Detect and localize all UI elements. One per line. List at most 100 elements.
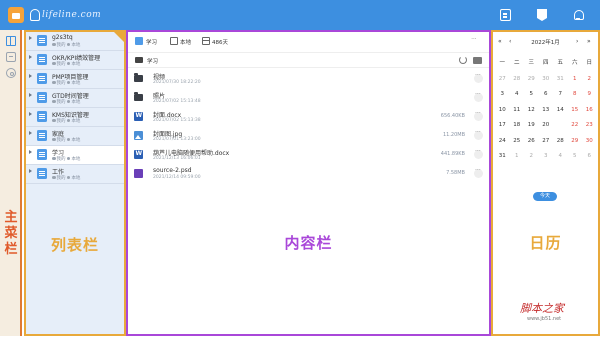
calendar-day[interactable]: 2: [582, 72, 597, 87]
expand-arrow-icon[interactable]: [29, 131, 32, 135]
calendar-day[interactable]: 18: [510, 118, 525, 133]
expand-arrow-icon[interactable]: [29, 150, 32, 154]
file-row[interactable]: 封面图.jpg 2021/07/01 13:23:00 11.20MB: [128, 127, 489, 145]
inbox-menu-icon[interactable]: [6, 52, 16, 62]
more-menu-icon[interactable]: ···: [471, 35, 477, 43]
calendar-day[interactable]: 9: [582, 87, 597, 102]
calendar-day[interactable]: 1: [568, 72, 583, 87]
notebook-icon: [37, 54, 47, 65]
calendar-day[interactable]: 2: [524, 149, 539, 164]
image-file-icon: [134, 131, 143, 140]
expand-arrow-icon[interactable]: [29, 112, 32, 116]
calendar-day[interactable]: 23: [582, 118, 597, 133]
file-row[interactable]: 视频 2021/07/30 18:22:20: [128, 70, 489, 88]
calendar-day[interactable]: 27: [539, 134, 554, 149]
calendar-day[interactable]: 29: [524, 72, 539, 87]
user-icon: [52, 175, 56, 180]
calendar-day[interactable]: 16: [582, 103, 597, 118]
breadcrumb-scope[interactable]: 本地: [180, 38, 191, 46]
expand-arrow-icon[interactable]: [29, 169, 32, 173]
user-icon: [52, 99, 56, 104]
calendar-day[interactable]: 24: [495, 134, 510, 149]
bell-icon[interactable]: [572, 9, 584, 20]
calendar-day[interactable]: 28: [553, 134, 568, 149]
file-row[interactable]: 葫芦儿电脑随便用帮助.docx2021/12/13 16:06:01441.89…: [128, 146, 489, 164]
calendar-day[interactable]: 4: [553, 149, 568, 164]
list-item[interactable]: PMP项目管理 我的 本地: [26, 70, 124, 89]
local-icon: [66, 137, 71, 142]
local-icon: [66, 99, 71, 104]
calendar-day[interactable]: 26: [524, 134, 539, 149]
calendar-day[interactable]: 1: [510, 149, 525, 164]
calendar-day[interactable]: 10: [495, 103, 510, 118]
settings-menu-icon[interactable]: [6, 68, 16, 78]
notebook-icon: [135, 37, 143, 45]
file-row[interactable]: 封面.docx2021/07/02 15:13:38656.40KB: [128, 108, 489, 126]
file-row[interactable]: source-2.psd 2021/12/14 09:59:00 7.58MB: [128, 165, 489, 183]
calendar-day[interactable]: 20: [539, 118, 554, 133]
calendar-day[interactable]: 8: [568, 87, 583, 102]
list-item[interactable]: GTD时间管理 我的 本地: [26, 89, 124, 108]
next-year-button[interactable]: »: [587, 38, 591, 45]
calendar-day[interactable]: 11: [510, 103, 525, 118]
new-folder-icon[interactable]: [473, 57, 482, 64]
file-more-icon[interactable]: [474, 91, 483, 102]
expand-arrow-icon[interactable]: [29, 74, 32, 78]
calendar-day[interactable]: 4: [510, 87, 525, 102]
expand-arrow-icon[interactable]: [29, 55, 32, 59]
calendar-day[interactable]: 19: [524, 118, 539, 133]
list-item[interactable]: 工作 我的 本地: [26, 165, 124, 184]
calendar-day[interactable]: 5: [524, 87, 539, 102]
calendar-day[interactable]: 14: [553, 103, 568, 118]
expand-arrow-icon[interactable]: [29, 93, 32, 97]
today-button[interactable]: 今天: [533, 192, 557, 201]
watermark-url: www.jb51.net: [527, 316, 562, 322]
list-item-scope: 本地: [71, 119, 81, 124]
list-item-owner: 我的: [56, 176, 66, 181]
breadcrumb-name[interactable]: 学习: [146, 38, 157, 46]
list-item-owner: 我的: [56, 138, 66, 143]
calendar-day[interactable]: 3: [495, 87, 510, 102]
files-menu-icon[interactable]: [6, 36, 16, 46]
calendar-day[interactable]: 30: [582, 134, 597, 149]
app-logo[interactable]: [8, 7, 24, 23]
next-month-button[interactable]: ›: [576, 38, 578, 45]
calendar-day[interactable]: 6: [582, 149, 597, 164]
calendar-day[interactable]: 7: [553, 87, 568, 102]
bookmark-icon[interactable]: [537, 9, 547, 21]
calendar-day[interactable]: 25: [510, 134, 525, 149]
list-item[interactable]: OKR/KPI绩效管理 我的 本地: [26, 51, 124, 70]
calendar-day[interactable]: 17: [495, 118, 510, 133]
calendar-day[interactable]: 3: [539, 149, 554, 164]
calendar-day[interactable]: 5: [568, 149, 583, 164]
list-item[interactable]: g2s3tq 我的 本地: [26, 32, 124, 51]
expand-arrow-icon[interactable]: [29, 36, 32, 40]
refresh-icon[interactable]: [459, 56, 467, 64]
calendar-day[interactable]: 31: [495, 149, 510, 164]
file-row[interactable]: 照片 2021/07/02 15:13:48: [128, 89, 489, 107]
calendar-day[interactable]: 29: [568, 134, 583, 149]
calendar-day[interactable]: 6: [539, 87, 554, 102]
notes-icon[interactable]: [500, 9, 511, 21]
calendar-day[interactable]: 28: [510, 72, 525, 87]
calendar-day[interactable]: 15: [568, 103, 583, 118]
calendar-day[interactable]: 31: [553, 72, 568, 87]
calendar-day[interactable]: 12: [524, 103, 539, 118]
list-item[interactable]: 家庭 我的 本地: [26, 127, 124, 146]
file-size: 7.58MB: [446, 170, 465, 176]
calendar-day[interactable]: 27: [495, 72, 510, 87]
calendar-day[interactable]: 13: [539, 103, 554, 118]
calendar-day[interactable]: 21: [553, 118, 568, 133]
file-more-icon[interactable]: [474, 167, 483, 178]
list-item[interactable]: 学习 我的 本地: [26, 146, 124, 165]
weekday-header: 三: [528, 60, 534, 66]
file-more-icon[interactable]: [474, 148, 483, 159]
local-icon: [66, 118, 71, 123]
file-more-icon[interactable]: [474, 110, 483, 121]
calendar-day[interactable]: 22: [568, 118, 583, 133]
list-item[interactable]: KMS知识管理 我的 本地: [26, 108, 124, 127]
file-more-icon[interactable]: [474, 129, 483, 140]
file-more-icon[interactable]: [474, 72, 483, 83]
calendar-day[interactable]: 30: [539, 72, 554, 87]
annotation-list-bar: 列表栏: [50, 236, 99, 254]
